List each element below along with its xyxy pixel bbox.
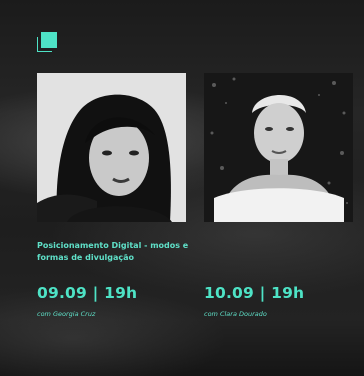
- session-date-1: 09.09 | 19h: [37, 284, 138, 302]
- brand-logo-icon: [36, 32, 57, 53]
- event-poster: Posicionamento Digital - modos e formas …: [0, 0, 364, 376]
- session-host-1: com Georgia Cruz: [37, 310, 96, 318]
- session-date-2: 10.09 | 19h: [204, 284, 305, 302]
- event-title: Posicionamento Digital - modos e formas …: [37, 241, 189, 262]
- session-host-2: com Clara Dourado: [204, 310, 267, 318]
- speaker-photo-clara: [204, 73, 353, 222]
- speaker-photo-georgia: [37, 73, 186, 222]
